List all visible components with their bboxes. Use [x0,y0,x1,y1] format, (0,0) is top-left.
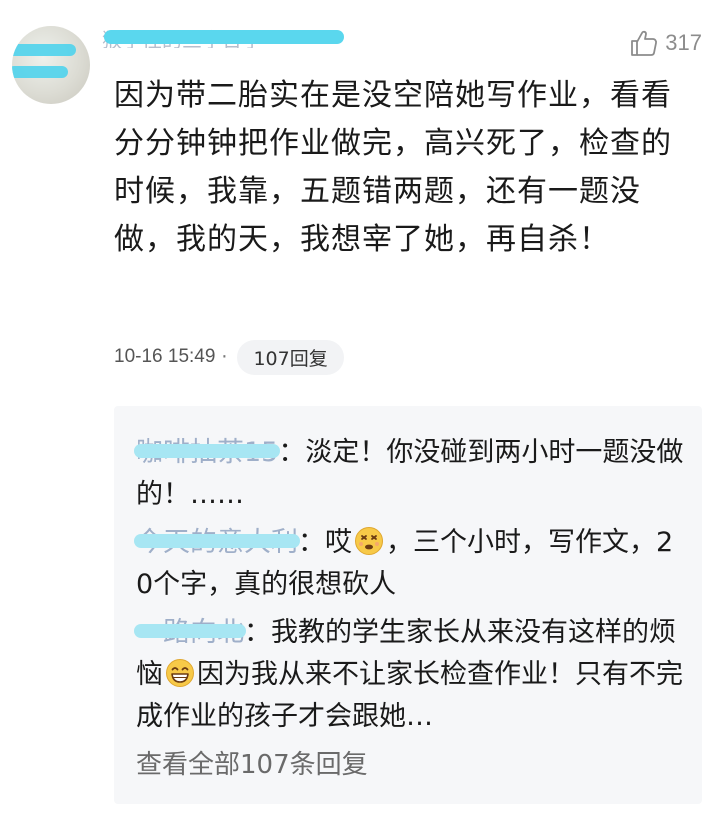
avatar-redaction [12,66,68,78]
comment-username[interactable]: 猴子性的三字日子 [102,24,352,48]
reply-item[interactable]: 今天的意大利 ：哎 ，三个小时，写作文，20个字，真的很想砍人 [134,522,684,606]
meta-separator: · [221,346,228,368]
reply-text: ：哎 [298,527,352,558]
reply-item[interactable]: 咖啡抽茶15 ：淡定！你没碰到两小时一题没做的！…… [134,432,684,516]
reply-author-redaction [134,624,246,638]
grinning-face-icon [165,658,195,688]
comment-text: 因为带二胎实在是没空陪她写作业，看看分分钟钟把作业做完，高兴死了，检查的时候，我… [114,78,672,257]
reply-author[interactable]: 咖啡抽茶15 [134,432,281,474]
reply-author[interactable]: 一路向北 [134,612,246,654]
reply-author-redaction [134,534,300,548]
avatar[interactable] [12,26,90,104]
view-all-replies-link[interactable]: 查看全部107条回复 [136,744,368,781]
like-button[interactable]: 317 [629,28,702,58]
avatar-redaction [12,44,76,56]
replies-panel: 咖啡抽茶15 ：淡定！你没碰到两小时一题没做的！…… 今天的意大利 ：哎 ，三个… [114,406,702,804]
reply-text: 因为我从来不让家长检查作业！只有不完成作业的孩子才会跟她… [136,659,683,732]
reply-count-button[interactable]: 107回复 [237,339,344,375]
dizzy-face-icon [354,526,384,556]
comment-timestamp: 10-16 15:49 [114,346,216,367]
reply-author[interactable]: 今天的意大利 [134,522,300,564]
thumbs-up-icon [629,28,659,58]
like-count: 317 [665,30,702,55]
comment-meta: 10-16 15:49 · 107回复 [114,339,344,375]
username-redaction [104,30,344,44]
reply-item[interactable]: 一路向北 ：我教的学生家长从来没有这样的烦恼 因为我从来不让家长检查作业！只有不… [134,612,684,738]
reply-author-redaction [134,444,281,458]
